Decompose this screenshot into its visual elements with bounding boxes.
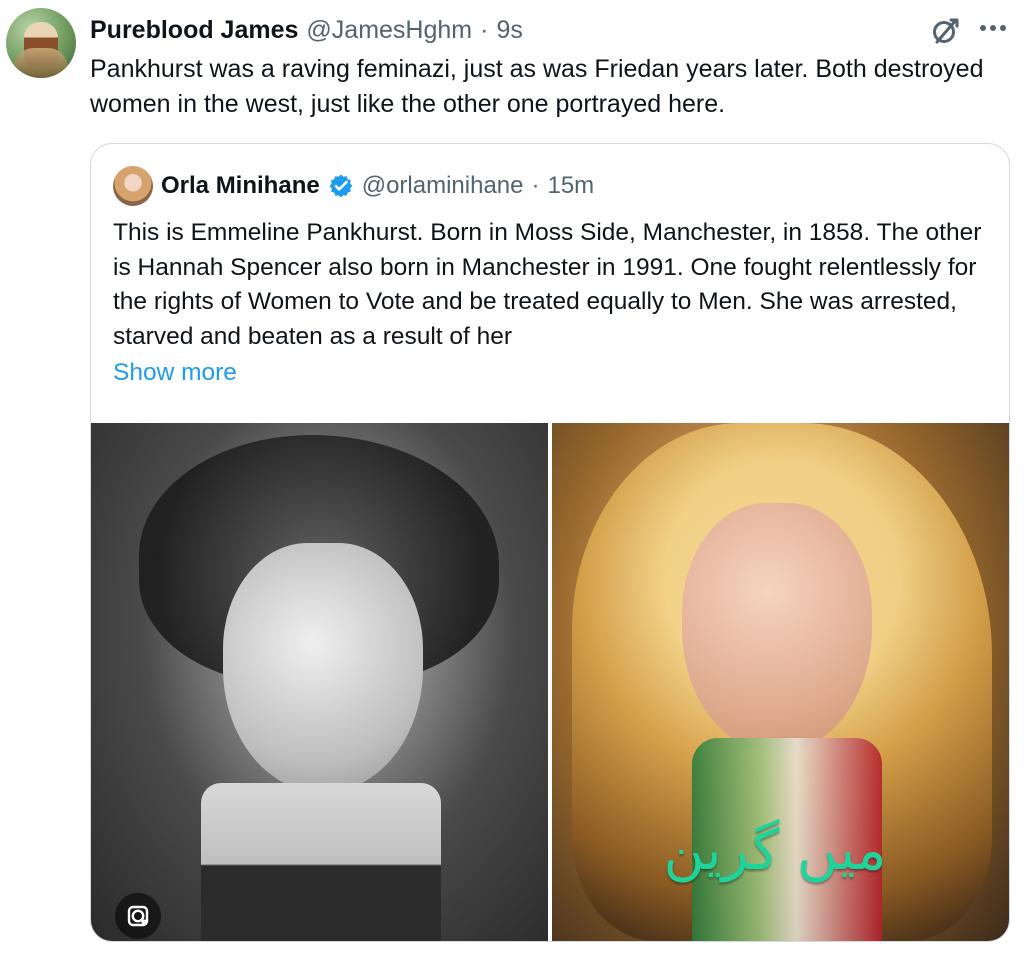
tweet-author-handle[interactable]: @JamesHghm bbox=[306, 16, 472, 45]
tweet-time[interactable]: 9s bbox=[496, 16, 522, 45]
quoted-author-handle[interactable]: @orlaminihane bbox=[362, 172, 524, 200]
photo-right-caption: میں گرین bbox=[663, 818, 887, 883]
image-search-button[interactable] bbox=[115, 893, 161, 939]
photo-right[interactable]: میں گرین bbox=[552, 423, 1009, 941]
image-search-icon bbox=[124, 902, 152, 930]
photo-left-face bbox=[223, 543, 423, 793]
tweet-author-name[interactable]: Pureblood James bbox=[90, 16, 298, 45]
tweet-avatar[interactable] bbox=[6, 8, 76, 78]
verified-badge-icon bbox=[328, 173, 354, 199]
quoted-separator: · bbox=[531, 172, 540, 199]
photo-right-face bbox=[682, 503, 872, 753]
tweet-separator: · bbox=[480, 15, 489, 44]
grok-icon[interactable] bbox=[930, 14, 962, 46]
photo-left-collar bbox=[201, 783, 441, 941]
quoted-time[interactable]: 15m bbox=[547, 172, 594, 200]
more-icon[interactable] bbox=[976, 16, 1010, 40]
avatar-figure-secondary bbox=[14, 48, 68, 78]
tweet-text: Pankhurst was a raving feminazi, just as… bbox=[90, 55, 984, 118]
quoted-tweet-header: Orla Minihane @orlaminihane · 15m bbox=[113, 166, 594, 206]
quoted-media-grid[interactable]: میں گرین bbox=[91, 423, 1009, 941]
quoted-author-avatar[interactable] bbox=[113, 166, 153, 206]
tweet-header: Pureblood James @JamesHghm · 9s bbox=[90, 12, 523, 48]
quoted-author-name[interactable]: Orla Minihane bbox=[161, 172, 320, 200]
show-more-link[interactable]: Show more bbox=[113, 359, 237, 387]
photo-left[interactable] bbox=[91, 423, 548, 941]
quoted-tweet-card[interactable]: Orla Minihane @orlaminihane · 15m This i… bbox=[90, 143, 1010, 942]
quoted-text: This is Emmeline Pankhurst. Born in Moss… bbox=[113, 219, 982, 350]
